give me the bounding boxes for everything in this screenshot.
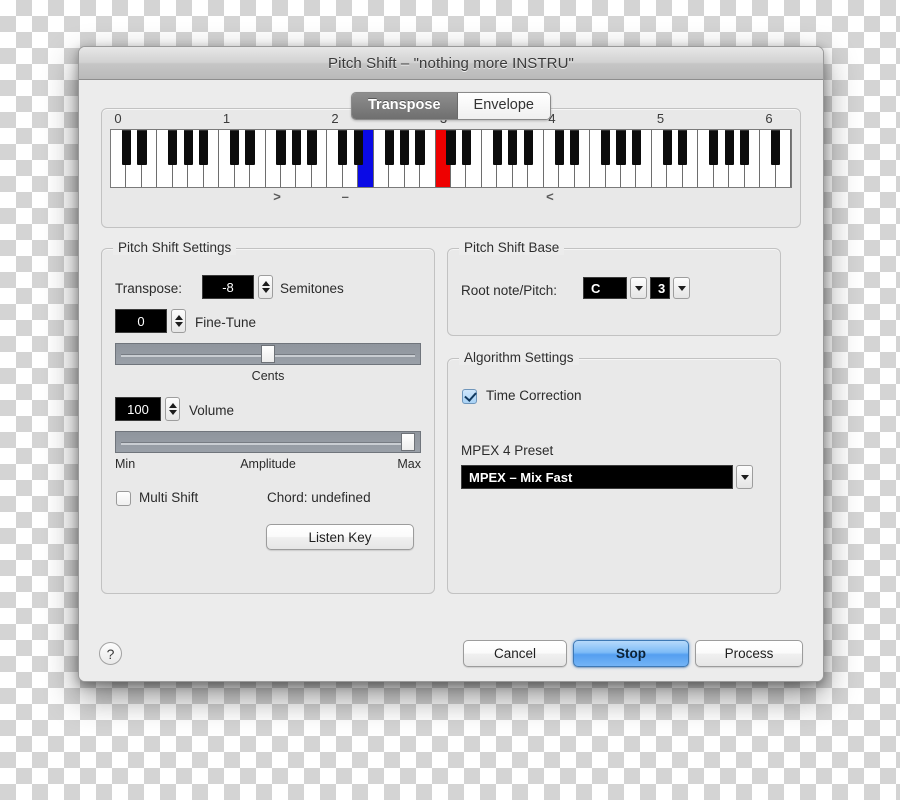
piano-black-key[interactable] <box>121 130 132 166</box>
algorithm-settings-title: Algorithm Settings <box>459 350 579 365</box>
mpex-preset-dropdown-button[interactable] <box>736 465 753 489</box>
piano-black-key[interactable] <box>600 130 611 166</box>
piano-black-key[interactable] <box>291 130 302 166</box>
cancel-button[interactable]: Cancel <box>463 640 567 667</box>
volume-stepper[interactable] <box>165 397 180 421</box>
listen-key-button[interactable]: Listen Key <box>266 524 414 550</box>
chevron-down-icon <box>740 474 749 480</box>
keyboard-marker: > <box>273 189 281 204</box>
piano-black-key[interactable] <box>631 130 642 166</box>
amplitude-slider[interactable] <box>115 431 421 453</box>
chord-status-label: Chord: undefined <box>267 490 371 505</box>
pitch-shift-dialog: Pitch Shift – "nothing more INSTRU" Tran… <box>78 46 824 682</box>
stepper-up-icon <box>174 315 183 320</box>
title-bar[interactable]: Pitch Shift – "nothing more INSTRU" <box>79 47 823 80</box>
root-note-label: Root note/Pitch: <box>461 283 558 298</box>
stepper-down-icon <box>168 410 177 415</box>
process-button[interactable]: Process <box>695 640 803 667</box>
pitch-shift-base-title: Pitch Shift Base <box>459 240 565 255</box>
help-button[interactable]: ? <box>99 642 122 665</box>
fine-tune-label: Fine-Tune <box>195 315 257 330</box>
cents-slider-thumb[interactable] <box>261 345 275 363</box>
piano-black-key[interactable] <box>338 130 348 166</box>
piano-black-key[interactable] <box>230 130 240 166</box>
pitch-shift-base-group: Pitch Shift Base Root note/Pitch: C 3 <box>447 240 781 336</box>
volume-label: Volume <box>189 403 235 418</box>
piano-black-key[interactable] <box>183 130 193 166</box>
piano-keyboard[interactable] <box>110 129 792 188</box>
stepper-up-icon <box>168 403 177 408</box>
piano-black-key[interactable] <box>276 130 286 166</box>
transpose-stepper[interactable] <box>258 275 273 299</box>
piano-black-key[interactable] <box>740 130 750 166</box>
piano-black-key[interactable] <box>508 130 518 166</box>
fine-tune-stepper[interactable] <box>171 309 186 333</box>
tab-transpose[interactable]: Transpose <box>352 93 458 119</box>
piano-black-key[interactable] <box>307 130 317 166</box>
stop-button[interactable]: Stop <box>573 640 689 667</box>
window-title: Pitch Shift – "nothing more INSTRU" <box>328 54 574 72</box>
mpex-preset-combo[interactable]: MPEX – Mix Fast <box>461 465 753 489</box>
volume-value-field[interactable]: 100 <box>115 397 161 421</box>
piano-black-key[interactable] <box>415 130 425 166</box>
algorithm-settings-group: Algorithm Settings Time Correction MPEX … <box>447 350 781 594</box>
transpose-label: Transpose: <box>115 281 183 296</box>
tab-bar: Transpose Envelope <box>79 92 823 120</box>
tab-envelope[interactable]: Envelope <box>457 93 550 119</box>
fine-tune-value-field[interactable]: 0 <box>115 309 167 333</box>
piano-black-key[interactable] <box>353 130 363 166</box>
stepper-down-icon <box>261 288 270 293</box>
mpex-preset-label: MPEX 4 Preset <box>461 443 554 458</box>
piano-black-key[interactable] <box>245 130 255 166</box>
piano-black-key[interactable] <box>461 130 472 166</box>
piano-black-key[interactable] <box>168 130 178 166</box>
stepper-down-icon <box>174 322 183 327</box>
piano-black-key[interactable] <box>199 130 209 166</box>
cents-slider[interactable] <box>115 343 421 365</box>
keyboard-marker-row: > – < <box>110 189 792 209</box>
multi-shift-checkbox[interactable] <box>116 491 131 506</box>
piano-black-key[interactable] <box>678 130 688 166</box>
piano-black-key[interactable] <box>709 130 719 166</box>
pitch-octave-combo[interactable]: 3 <box>650 277 690 299</box>
chevron-down-icon <box>634 285 643 291</box>
dialog-content: Transpose Envelope 0123456 >–< Pitch Shi… <box>79 80 823 681</box>
stepper-up-icon <box>261 281 270 286</box>
piano-black-key[interactable] <box>616 130 626 166</box>
keyboard-marker: < <box>546 189 554 204</box>
multi-shift-label: Multi Shift <box>139 490 199 505</box>
piano-black-key[interactable] <box>400 130 410 166</box>
amplitude-max-label: Max <box>397 457 421 471</box>
mpex-preset-value[interactable]: MPEX – Mix Fast <box>461 465 733 489</box>
piano-black-key[interactable] <box>523 130 533 166</box>
amplitude-slider-thumb[interactable] <box>400 433 415 451</box>
keyboard-marker: – <box>341 189 349 204</box>
piano-black-key[interactable] <box>554 130 564 166</box>
piano-black-key[interactable] <box>724 130 734 166</box>
cents-label: Cents <box>251 369 285 383</box>
piano-black-key[interactable] <box>446 130 456 166</box>
keyboard-panel: 0123456 >–< <box>101 108 801 228</box>
pitch-shift-settings-title: Pitch Shift Settings <box>113 240 237 255</box>
semitones-label: Semitones <box>280 281 344 296</box>
root-note-combo[interactable]: C <box>583 277 647 299</box>
amplitude-slider-track <box>121 442 415 445</box>
piano-black-key[interactable] <box>570 130 580 166</box>
time-correction-checkbox[interactable] <box>462 389 477 404</box>
dialog-footer: ? Cancel Stop Process <box>79 625 823 681</box>
piano-black-key[interactable] <box>770 130 781 166</box>
piano-black-key[interactable] <box>137 130 147 166</box>
pitch-shift-settings-group: Pitch Shift Settings Transpose: -8 Semit… <box>101 240 435 594</box>
pitch-octave-value[interactable]: 3 <box>650 277 670 299</box>
chevron-down-icon <box>677 285 686 291</box>
amplitude-label: Amplitude <box>240 457 296 471</box>
pitch-octave-dropdown-button[interactable] <box>673 277 690 299</box>
piano-black-key[interactable] <box>662 130 672 166</box>
piano-black-key[interactable] <box>384 130 394 166</box>
time-correction-label: Time Correction <box>486 388 582 403</box>
transpose-value-field[interactable]: -8 <box>202 275 254 299</box>
root-note-value[interactable]: C <box>583 277 627 299</box>
root-note-dropdown-button[interactable] <box>630 277 647 299</box>
piano-black-key[interactable] <box>492 130 502 166</box>
